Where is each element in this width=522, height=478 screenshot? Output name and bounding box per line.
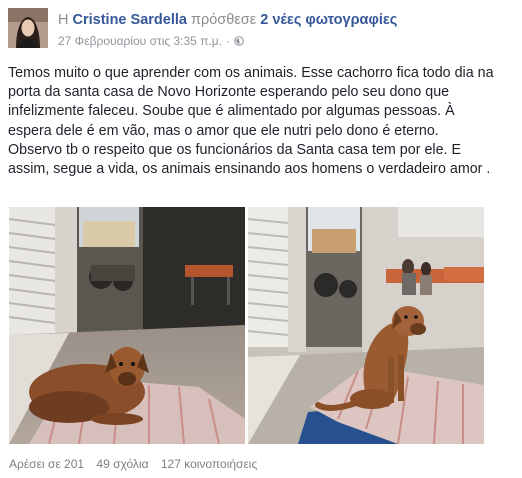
post-meta: 27 Φεβρουαρίου στις 3:35 π.μ. · [58,34,244,48]
headline-prefix: Η [58,12,69,28]
post-text: Temos muito o que aprender com os animai… [8,65,494,178]
post-headline: Η Cristine Sardella πρόσθεσε 2 νέες φωτο… [58,12,397,28]
headline-verb: πρόσθεσε [190,12,257,28]
dog-lying-photo [9,207,245,444]
author-name-link[interactable]: Cristine Sardella [73,12,187,28]
avatar-image [8,8,48,48]
avatar[interactable] [8,8,48,48]
photo-2[interactable] [248,207,484,444]
dog-sitting-photo [248,207,484,444]
photo-1[interactable] [9,207,245,444]
post-stats: Αρέσει σε 201 49 σχόλια 127 κοινοποιήσει… [9,457,266,471]
photos-link[interactable]: 2 νέες φωτογραφίες [260,12,397,28]
likes-count[interactable]: Αρέσει σε 201 [9,457,84,471]
shares-count[interactable]: 127 κοινοποιήσεις [161,457,257,471]
timestamp-link[interactable]: 27 Φεβρουαρίου στις 3:35 π.μ. [58,34,222,48]
meta-separator: · [226,34,231,48]
facebook-post: Η Cristine Sardella πρόσθεσε 2 νέες φωτο… [0,0,522,478]
globe-icon[interactable] [234,35,244,46]
comments-count[interactable]: 49 σχόλια [96,457,148,471]
